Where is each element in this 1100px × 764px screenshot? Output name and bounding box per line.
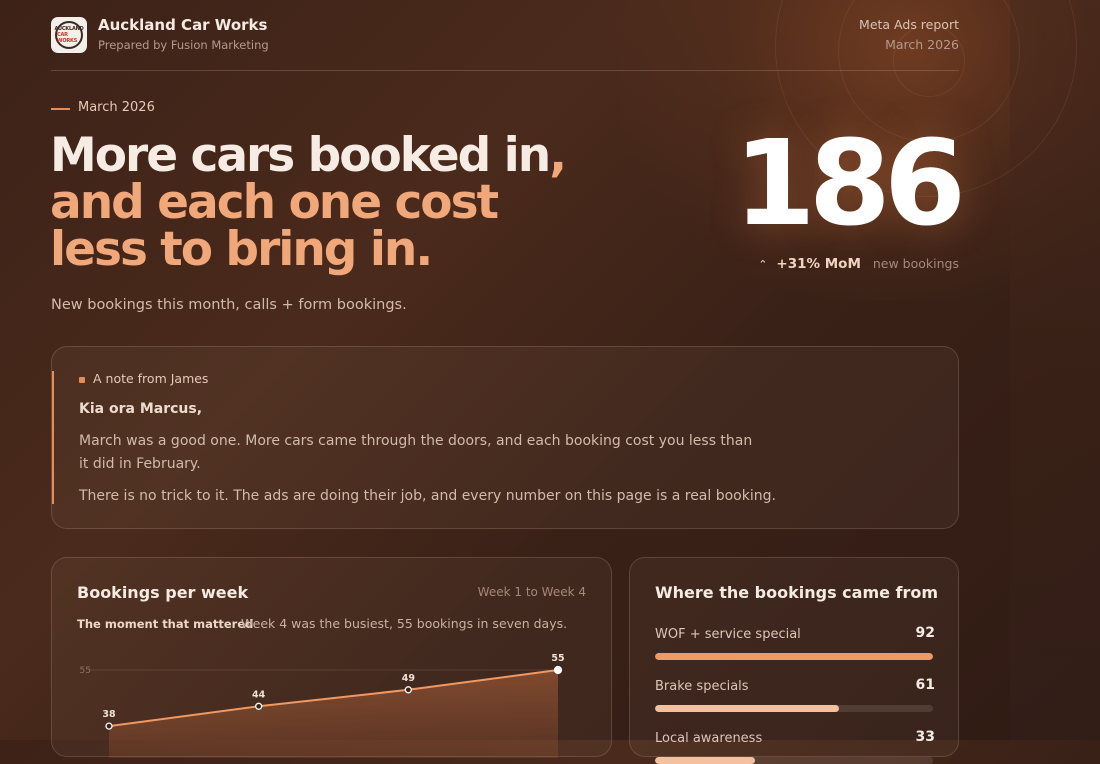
background-strip — [1010, 0, 1100, 740]
kpi-delta: +31% MoM — [776, 256, 861, 272]
note-paragraph: There is no trick to it. The ads are doi… — [79, 488, 776, 504]
chart-data-label: 38 — [102, 709, 116, 720]
note-card: A note from James Kia ora Marcus, March … — [51, 346, 959, 529]
source-name: Local awareness — [655, 731, 763, 746]
bookings-chart: 55 38 44 49 55 — [80, 653, 565, 758]
chart-area — [109, 670, 558, 758]
moment-text: Week 4 was the busiest, 55 bookings in s… — [241, 616, 568, 631]
page-subhead: New bookings this month, calls + form bo… — [51, 297, 407, 313]
chevron-up-icon: ⌃ — [758, 258, 768, 271]
note-paragraph: March was a good one. More cars came thr… — [79, 433, 753, 472]
page-headline: More cars booked in, and each one cost l… — [50, 132, 590, 273]
note-bullet-icon — [79, 377, 85, 383]
brand-name: Auckland Car Works — [98, 16, 268, 34]
source-bar-track — [655, 653, 933, 660]
source-bar-fill — [655, 757, 755, 764]
logo-text: CAR WORKS — [57, 32, 78, 44]
header-divider — [51, 70, 959, 71]
kpi-label: new bookings — [872, 256, 959, 271]
chart-point — [105, 722, 113, 730]
source-value: 33 — [915, 729, 935, 745]
brand-subtitle: Prepared by Fusion Marketing — [98, 38, 269, 52]
source-name: Brake specials — [655, 679, 749, 694]
bookings-total: 186 — [733, 114, 966, 252]
sources-title: Where the bookings came from — [655, 583, 939, 602]
sources-card: Where the bookings came from WOF + servi… — [629, 557, 959, 764]
eyebrow-date: March 2026 — [78, 100, 155, 115]
source-bar-track — [655, 757, 933, 764]
note-accent-bar — [52, 371, 54, 504]
bookings-chart-card: Bookings per week Week 1 to Week 4 The m… — [51, 557, 612, 758]
source-bar-fill — [655, 705, 840, 712]
note-label: A note from James — [93, 371, 209, 386]
source-bar-track — [655, 705, 933, 712]
eyebrow-line — [51, 108, 70, 110]
report-title: Meta Ads report — [859, 17, 959, 32]
source-name: WOF + service special — [655, 627, 801, 642]
report-date: March 2026 — [885, 37, 959, 52]
chart-range: Week 1 to Week 4 — [477, 585, 586, 599]
chart-point — [255, 702, 263, 710]
chart-point — [404, 686, 412, 694]
source-value: 92 — [915, 625, 935, 641]
brand-logo: AUCKLAND CAR WORKS — [51, 17, 87, 53]
chart-title: Bookings per week — [77, 583, 249, 602]
moment-label: The moment that mattered — [77, 617, 254, 631]
kpi-change: ⌃ +31% MoM new bookings — [758, 256, 959, 272]
chart-data-label: 44 — [252, 689, 266, 700]
source-bar-fill — [655, 653, 933, 660]
chart-data-label: 49 — [402, 673, 415, 684]
source-value: 61 — [915, 677, 935, 693]
chart-data-label: 55 — [551, 653, 564, 664]
note-greeting: Kia ora Marcus, — [79, 401, 203, 417]
decorative-ring — [893, 25, 965, 97]
chart-point — [553, 665, 563, 675]
chart-gridline-label: 55 — [80, 666, 91, 676]
